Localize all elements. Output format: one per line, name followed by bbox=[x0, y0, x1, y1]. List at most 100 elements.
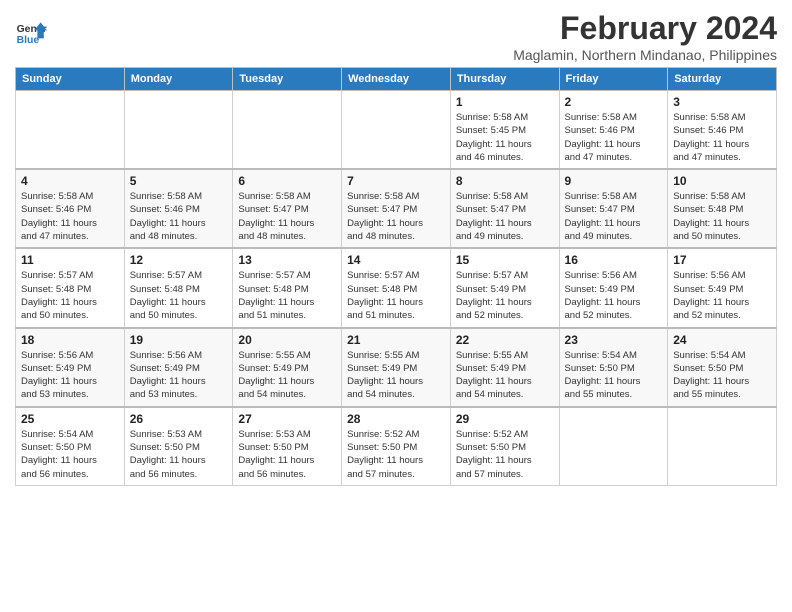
day-number: 27 bbox=[238, 412, 336, 426]
day-info: Sunrise: 5:52 AM Sunset: 5:50 PM Dayligh… bbox=[347, 428, 445, 481]
calendar-cell: 9 Sunrise: 5:58 AM Sunset: 5:47 PM Daylig… bbox=[559, 169, 668, 248]
day-info: Sunrise: 5:53 AM Sunset: 5:50 PM Dayligh… bbox=[130, 428, 228, 481]
title-block: February 2024 Maglamin, Northern Mindana… bbox=[513, 10, 777, 63]
calendar-cell: 20 Sunrise: 5:55 AM Sunset: 5:49 PM Dayli… bbox=[233, 328, 342, 407]
day-info: Sunrise: 5:55 AM Sunset: 5:49 PM Dayligh… bbox=[456, 349, 554, 402]
day-info: Sunrise: 5:54 AM Sunset: 5:50 PM Dayligh… bbox=[565, 349, 663, 402]
calendar-cell bbox=[124, 91, 233, 170]
calendar-cell bbox=[559, 407, 668, 486]
calendar-cell: 13Sunrise: 5:57 AM Sunset: 5:48 PM Dayli… bbox=[233, 248, 342, 327]
day-info: Sunrise: 5:56 AM Sunset: 5:49 PM Dayligh… bbox=[130, 349, 228, 402]
day-info: Sunrise: 5:58 AM Sunset: 5:47 PM Dayligh… bbox=[456, 190, 554, 243]
calendar-cell: 14 Sunrise: 5:57 AM Sunset: 5:48 PM Dayli… bbox=[342, 248, 451, 327]
calendar-cell: 25Sunrise: 5:54 AM Sunset: 5:50 PM Dayli… bbox=[16, 407, 125, 486]
page-header: General Blue February 2024 Maglamin, Nor… bbox=[15, 10, 777, 63]
header-tuesday: Tuesday bbox=[233, 68, 342, 91]
day-number: 18 bbox=[21, 333, 119, 347]
calendar-cell: 2 Sunrise: 5:58 AM Sunset: 5:46 PM Daylig… bbox=[559, 91, 668, 170]
day-number: 9 bbox=[565, 174, 663, 188]
logo-icon: General Blue bbox=[15, 16, 47, 48]
day-number: 2 bbox=[565, 95, 663, 109]
day-number: 11 bbox=[21, 253, 119, 267]
calendar-cell: 7 Sunrise: 5:58 AM Sunset: 5:47 PM Daylig… bbox=[342, 169, 451, 248]
calendar-cell: 19 Sunrise: 5:56 AM Sunset: 5:49 PM Dayli… bbox=[124, 328, 233, 407]
day-number: 29 bbox=[456, 412, 554, 426]
calendar-table: SundayMondayTuesdayWednesdayThursdayFrid… bbox=[15, 67, 777, 486]
calendar-cell bbox=[668, 407, 777, 486]
day-info: Sunrise: 5:56 AM Sunset: 5:49 PM Dayligh… bbox=[673, 269, 771, 322]
day-number: 19 bbox=[130, 333, 228, 347]
day-info: Sunrise: 5:57 AM Sunset: 5:48 PM Dayligh… bbox=[21, 269, 119, 322]
calendar-cell: 4 Sunrise: 5:58 AM Sunset: 5:46 PM Daylig… bbox=[16, 169, 125, 248]
day-info: Sunrise: 5:54 AM Sunset: 5:50 PM Dayligh… bbox=[673, 349, 771, 402]
day-info: Sunrise: 5:58 AM Sunset: 5:46 PM Dayligh… bbox=[565, 111, 663, 164]
calendar-cell: 12Sunrise: 5:57 AM Sunset: 5:48 PM Dayli… bbox=[124, 248, 233, 327]
day-info: Sunrise: 5:57 AM Sunset: 5:48 PM Dayligh… bbox=[238, 269, 336, 322]
header-saturday: Saturday bbox=[668, 68, 777, 91]
day-number: 21 bbox=[347, 333, 445, 347]
calendar-cell: 15 Sunrise: 5:57 AM Sunset: 5:49 PM Dayli… bbox=[450, 248, 559, 327]
day-info: Sunrise: 5:52 AM Sunset: 5:50 PM Dayligh… bbox=[456, 428, 554, 481]
day-info: Sunrise: 5:58 AM Sunset: 5:47 PM Dayligh… bbox=[238, 190, 336, 243]
day-info: Sunrise: 5:56 AM Sunset: 5:49 PM Dayligh… bbox=[21, 349, 119, 402]
calendar-cell: 22Sunrise: 5:55 AM Sunset: 5:49 PM Dayli… bbox=[450, 328, 559, 407]
week-row-1: 1Sunrise: 5:58 AM Sunset: 5:45 PM Daylig… bbox=[16, 91, 777, 170]
calendar-cell: 8 Sunrise: 5:58 AM Sunset: 5:47 PM Daylig… bbox=[450, 169, 559, 248]
calendar-cell: 10Sunrise: 5:58 AM Sunset: 5:48 PM Dayli… bbox=[668, 169, 777, 248]
day-info: Sunrise: 5:55 AM Sunset: 5:49 PM Dayligh… bbox=[238, 349, 336, 402]
calendar-header-row: SundayMondayTuesdayWednesdayThursdayFrid… bbox=[16, 68, 777, 91]
day-info: Sunrise: 5:58 AM Sunset: 5:46 PM Dayligh… bbox=[130, 190, 228, 243]
calendar-cell: 23 Sunrise: 5:54 AM Sunset: 5:50 PM Dayli… bbox=[559, 328, 668, 407]
calendar-cell: 16 Sunrise: 5:56 AM Sunset: 5:49 PM Dayli… bbox=[559, 248, 668, 327]
calendar-cell bbox=[233, 91, 342, 170]
day-info: Sunrise: 5:55 AM Sunset: 5:49 PM Dayligh… bbox=[347, 349, 445, 402]
day-info: Sunrise: 5:58 AM Sunset: 5:47 PM Dayligh… bbox=[565, 190, 663, 243]
day-info: Sunrise: 5:57 AM Sunset: 5:49 PM Dayligh… bbox=[456, 269, 554, 322]
day-number: 3 bbox=[673, 95, 771, 109]
day-number: 24 bbox=[673, 333, 771, 347]
day-number: 28 bbox=[347, 412, 445, 426]
day-info: Sunrise: 5:58 AM Sunset: 5:45 PM Dayligh… bbox=[456, 111, 554, 164]
subtitle: Maglamin, Northern Mindanao, Philippines bbox=[513, 47, 777, 63]
calendar-cell: 6 Sunrise: 5:58 AM Sunset: 5:47 PM Daylig… bbox=[233, 169, 342, 248]
header-wednesday: Wednesday bbox=[342, 68, 451, 91]
day-number: 7 bbox=[347, 174, 445, 188]
calendar-cell: 24 Sunrise: 5:54 AM Sunset: 5:50 PM Dayli… bbox=[668, 328, 777, 407]
calendar-cell: 28 Sunrise: 5:52 AM Sunset: 5:50 PM Dayli… bbox=[342, 407, 451, 486]
week-row-5: 25Sunrise: 5:54 AM Sunset: 5:50 PM Dayli… bbox=[16, 407, 777, 486]
calendar-cell: 21 Sunrise: 5:55 AM Sunset: 5:49 PM Dayli… bbox=[342, 328, 451, 407]
day-info: Sunrise: 5:56 AM Sunset: 5:49 PM Dayligh… bbox=[565, 269, 663, 322]
day-info: Sunrise: 5:58 AM Sunset: 5:48 PM Dayligh… bbox=[673, 190, 771, 243]
day-number: 15 bbox=[456, 253, 554, 267]
week-row-4: 18 Sunrise: 5:56 AM Sunset: 5:49 PM Dayli… bbox=[16, 328, 777, 407]
day-number: 16 bbox=[565, 253, 663, 267]
header-thursday: Thursday bbox=[450, 68, 559, 91]
day-number: 6 bbox=[238, 174, 336, 188]
day-info: Sunrise: 5:58 AM Sunset: 5:46 PM Dayligh… bbox=[673, 111, 771, 164]
calendar-cell: 26Sunrise: 5:53 AM Sunset: 5:50 PM Dayli… bbox=[124, 407, 233, 486]
day-number: 14 bbox=[347, 253, 445, 267]
day-info: Sunrise: 5:58 AM Sunset: 5:46 PM Dayligh… bbox=[21, 190, 119, 243]
calendar-cell: 3 Sunrise: 5:58 AM Sunset: 5:46 PM Daylig… bbox=[668, 91, 777, 170]
logo: General Blue bbox=[15, 16, 47, 48]
day-number: 20 bbox=[238, 333, 336, 347]
day-number: 5 bbox=[130, 174, 228, 188]
day-info: Sunrise: 5:57 AM Sunset: 5:48 PM Dayligh… bbox=[130, 269, 228, 322]
calendar-cell: 27 Sunrise: 5:53 AM Sunset: 5:50 PM Dayli… bbox=[233, 407, 342, 486]
calendar-cell: 1Sunrise: 5:58 AM Sunset: 5:45 PM Daylig… bbox=[450, 91, 559, 170]
day-number: 4 bbox=[21, 174, 119, 188]
day-info: Sunrise: 5:57 AM Sunset: 5:48 PM Dayligh… bbox=[347, 269, 445, 322]
main-title: February 2024 bbox=[513, 10, 777, 47]
svg-text:Blue: Blue bbox=[17, 35, 40, 46]
week-row-3: 11 Sunrise: 5:57 AM Sunset: 5:48 PM Dayli… bbox=[16, 248, 777, 327]
calendar-cell bbox=[16, 91, 125, 170]
day-number: 23 bbox=[565, 333, 663, 347]
header-friday: Friday bbox=[559, 68, 668, 91]
day-number: 8 bbox=[456, 174, 554, 188]
calendar-cell: 29 Sunrise: 5:52 AM Sunset: 5:50 PM Dayli… bbox=[450, 407, 559, 486]
calendar-cell: 18 Sunrise: 5:56 AM Sunset: 5:49 PM Dayli… bbox=[16, 328, 125, 407]
day-info: Sunrise: 5:58 AM Sunset: 5:47 PM Dayligh… bbox=[347, 190, 445, 243]
calendar-cell bbox=[342, 91, 451, 170]
day-info: Sunrise: 5:54 AM Sunset: 5:50 PM Dayligh… bbox=[21, 428, 119, 481]
day-info: Sunrise: 5:53 AM Sunset: 5:50 PM Dayligh… bbox=[238, 428, 336, 481]
